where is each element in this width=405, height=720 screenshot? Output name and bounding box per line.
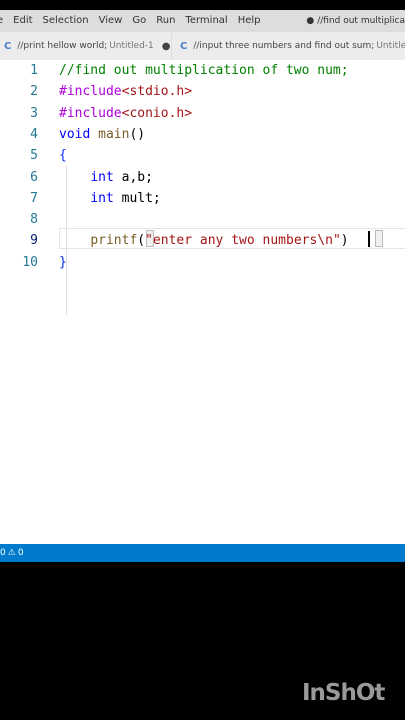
warning-icon: ⚠ [7, 548, 16, 558]
code-token: { [59, 148, 67, 164]
window-title: ●//find out multiplica [306, 10, 405, 32]
code-token: "enter any two numbers\n" [145, 233, 341, 249]
menu-help[interactable]: Help [233, 10, 266, 32]
code-token: () [129, 126, 146, 142]
code-editor[interactable]: 1 //find out multiplication of two num; 2 #… [0, 60, 405, 544]
tab-description: Untitled- [376, 41, 405, 51]
tab-label: //input three numbers and find out sum; [193, 41, 375, 51]
line-number: 3 [30, 105, 38, 121]
c-language-icon: C [180, 40, 188, 52]
menu-edit[interactable]: Edit [8, 10, 37, 32]
line-code: //find out multiplication of two num; [59, 60, 349, 81]
code-line[interactable]: 8 [0, 209, 405, 230]
status-bar: 0 ⚠ 0 [0, 544, 405, 562]
line-number: 1 [30, 63, 38, 78]
code-token: #include [59, 105, 122, 121]
code-token: } [59, 254, 67, 270]
code-token: ) [340, 233, 349, 249]
code-line[interactable]: 2 #include<stdio.h> [0, 81, 405, 102]
line-number: 7 [30, 190, 38, 206]
code-token: <conio.h> [121, 105, 193, 121]
menubar: e Edit Selection View Go Run Terminal He… [0, 10, 405, 32]
tab-input-three-numbers[interactable]: C //input three numbers and find out sum… [172, 32, 405, 60]
tab-print-hellow-world[interactable]: C //print hellow world; Untitled-1 ● [0, 32, 172, 60]
line-code: #include<conio.h> [59, 103, 192, 124]
unsaved-dot-icon: ● [306, 16, 315, 26]
menu-terminal[interactable]: Terminal [180, 10, 232, 32]
code-line[interactable]: 5{ [0, 145, 405, 166]
line-number: 9 [30, 233, 38, 249]
code-line[interactable]: 7 int mult; [0, 188, 405, 209]
code-line[interactable]: 4 void main() [0, 124, 405, 145]
code-line[interactable]: 9 printf("enter any two numbers\n") [0, 230, 405, 251]
inshot-watermark: InShOt [302, 680, 385, 706]
menu-go[interactable]: Go [127, 10, 151, 32]
problems-indicator[interactable]: 0 ⚠ 0 [0, 548, 26, 558]
line-number: 8 [30, 212, 38, 228]
line-code: int a,b; [59, 167, 153, 188]
menu-run[interactable]: Run [151, 10, 180, 32]
code-token: a,b; [113, 169, 153, 185]
tab-label: //print hellow world; [17, 41, 108, 51]
window-title-text: //find out multiplica [317, 16, 405, 26]
menu-selection[interactable]: Selection [38, 10, 94, 32]
code-line[interactable]: 1 //find out multiplication of two num; [0, 60, 405, 81]
line-number: 10 [22, 254, 38, 270]
code-token: int [90, 169, 114, 185]
line-number: 4 [30, 126, 38, 142]
line-code: { [59, 145, 67, 166]
code-token: #include [59, 84, 122, 100]
menu-file[interactable]: e [0, 10, 8, 32]
top-black-strip [0, 0, 405, 10]
code-token: int [90, 190, 114, 206]
line-code: void main() [59, 124, 145, 145]
c-language-icon: C [4, 40, 12, 52]
code-token: void [59, 126, 91, 142]
line-number: 5 [30, 148, 38, 164]
code-line[interactable]: 6 int a,b; [0, 167, 405, 188]
warnings-count: 0 [17, 548, 24, 558]
problems-count: 0 [0, 548, 6, 558]
code-token: printf [90, 233, 138, 249]
code-token: <stdio.h> [121, 84, 193, 100]
code-token: main [98, 126, 130, 142]
line-code: printf("enter any two numbers\n") [59, 230, 349, 251]
tab-bar: C //print hellow world; Untitled-1 ● C /… [0, 32, 405, 61]
tab-description: Untitled-1 [109, 41, 154, 51]
code-line[interactable]: 3 #include<conio.h> [0, 103, 405, 124]
editor-window: e Edit Selection View Go Run Terminal He… [0, 0, 405, 562]
line-code: int mult; [59, 188, 161, 209]
line-number: 6 [30, 169, 38, 185]
menu-view[interactable]: View [94, 10, 128, 32]
code-line[interactable]: 10} [0, 252, 405, 273]
code-token: //find out multiplication of two num; [59, 63, 349, 78]
tab-modified-dot-icon[interactable]: ● [162, 41, 171, 52]
code-token: mult; [113, 190, 161, 206]
line-number: 2 [30, 84, 38, 100]
code-token: ( [137, 233, 146, 249]
line-code: #include<stdio.h> [59, 81, 192, 102]
line-code: } [59, 252, 67, 273]
